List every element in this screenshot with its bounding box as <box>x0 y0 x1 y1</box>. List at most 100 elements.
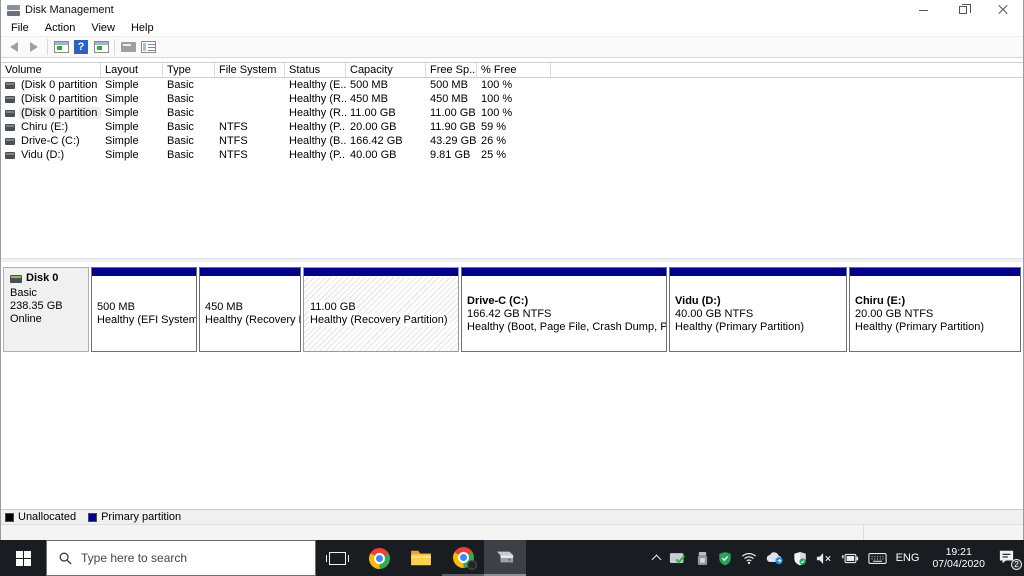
taskbar-clock[interactable]: 19:21 07/04/2020 <box>928 546 989 570</box>
menu-help[interactable]: Help <box>123 21 162 35</box>
close-button[interactable] <box>983 0 1023 20</box>
tray-touch-keyboard[interactable] <box>867 552 887 565</box>
security-shield-icon <box>793 551 806 565</box>
taskbar: Type here to search ENG 19:21 07/04/2020… <box>0 540 1024 576</box>
menu-bar: File Action View Help <box>1 20 1023 36</box>
back-arrow-icon <box>10 42 18 52</box>
tray-onedrive[interactable] <box>766 551 784 565</box>
toolbar: ? <box>1 36 1023 58</box>
menu-file[interactable]: File <box>3 21 37 35</box>
column-header-layout[interactable]: Layout <box>101 63 163 77</box>
partition-line: 450 MB <box>205 301 243 313</box>
partition-block[interactable]: 450 MBHealthy (Recovery Par <box>199 267 301 352</box>
tray-power[interactable] <box>841 553 859 564</box>
volume-table-row[interactable]: Vidu (D:) Simple Basic NTFS Healthy (P... 40.… <box>1 148 1023 162</box>
back-button[interactable] <box>4 38 24 56</box>
cell-pct: 100 % <box>481 93 513 105</box>
show-console-tree-button[interactable] <box>51 38 71 56</box>
disk-management-app-icon <box>7 4 20 16</box>
task-view-button[interactable] <box>316 540 358 576</box>
volume-table-row[interactable]: (Disk 0 partition 3) Simple Basic Healthy (… <box>1 92 1023 106</box>
partition-line: 20.00 GB NTFS <box>855 307 934 320</box>
window-controls <box>903 0 1023 20</box>
taskbar-search-input[interactable]: Type here to search <box>46 540 316 576</box>
volume-label: Chiru (E:) <box>21 121 69 133</box>
cell-capacity: 500 MB <box>350 79 388 91</box>
tray-windows-security[interactable] <box>793 551 807 566</box>
disk-0-row: Disk 0 Basic 238.35 GB Online 500 MB Heal… <box>3 267 1021 352</box>
partition-line: 40.00 GB NTFS <box>675 307 754 320</box>
console-view-icon <box>120 42 136 52</box>
column-header-capacity[interactable]: Capacity <box>346 63 426 77</box>
taskbar-file-explorer-button[interactable] <box>400 540 442 576</box>
toolbar-separator <box>47 39 48 55</box>
tray-antivirus[interactable] <box>718 551 732 566</box>
tray-volume[interactable] <box>816 552 832 565</box>
help-button[interactable]: ? <box>71 38 91 56</box>
show-action-pane-button[interactable] <box>91 38 111 56</box>
cell-type: Basic <box>167 121 194 133</box>
partition-block[interactable]: 11.00 GB Healthy (Recovery Partition) <box>303 267 459 352</box>
partition-block[interactable]: Drive-C (C:) 166.42 GB NTFS Healthy (Boot,… <box>461 267 667 352</box>
hidden-icons-chevron[interactable] <box>651 553 662 565</box>
disk-0-info-panel[interactable]: Disk 0 Basic 238.35 GB Online <box>3 267 89 352</box>
volume-table-row[interactable]: (Disk 0 partition 1) Simple Basic Healthy (… <box>1 78 1023 92</box>
search-icon <box>59 552 72 565</box>
cell-pct: 100 % <box>481 107 513 119</box>
partition-line: Healthy (Recovery Partition) <box>309 314 449 327</box>
console-tree-icon <box>53 41 69 53</box>
partition-line: 500 MB <box>97 301 135 313</box>
menu-action[interactable]: Action <box>37 21 84 35</box>
tray-utility-app[interactable] <box>696 551 709 566</box>
partition-color-bar <box>462 268 666 277</box>
disk-name: Disk 0 <box>26 272 59 284</box>
properties-button[interactable] <box>138 38 158 56</box>
search-placeholder-text: Type here to search <box>81 551 188 565</box>
cell-capacity: 450 MB <box>350 93 388 105</box>
cell-volume: Vidu (D:) <box>1 149 101 161</box>
message-check-icon <box>669 552 685 564</box>
partition-block[interactable]: Vidu (D:) 40.00 GB NTFS Healthy (Primary P… <box>669 267 847 352</box>
volume-table-row[interactable]: (Disk 0 partition 4) Simple Basic Healthy (… <box>1 106 1023 120</box>
cloud-sync-icon <box>766 552 783 565</box>
graphical-view-pane: Disk 0 Basic 238.35 GB Online 500 MB Heal… <box>1 262 1023 509</box>
volume-table-row[interactable]: Drive-C (C:) Simple Basic NTFS Healthy (B...… <box>1 134 1023 148</box>
file-explorer-icon <box>411 550 431 566</box>
start-button[interactable] <box>0 540 46 576</box>
cell-status: Healthy (B... <box>289 135 346 147</box>
taskbar-chrome-button[interactable] <box>358 540 400 576</box>
menu-view[interactable]: View <box>83 21 123 35</box>
cell-capacity: 166.42 GB <box>350 135 403 147</box>
volume-icon <box>5 137 15 145</box>
partition-color-bar <box>304 268 458 277</box>
column-header-type[interactable]: Type <box>163 63 215 77</box>
volume-table-row[interactable]: Chiru (E:) Simple Basic NTFS Healthy (P... 20… <box>1 120 1023 134</box>
tray-network[interactable] <box>741 551 757 565</box>
minimize-button[interactable] <box>903 0 943 20</box>
partition-block[interactable]: 500 MBHealthy (EFI System Pa <box>91 267 197 352</box>
cell-volume: Drive-C (C:) <box>1 135 101 147</box>
console-view-button[interactable] <box>118 38 138 56</box>
forward-arrow-icon <box>30 42 38 52</box>
cell-fs: NTFS <box>219 121 248 133</box>
column-header-pct[interactable]: % Free <box>477 63 551 77</box>
taskbar-chrome-profile-button[interactable] <box>442 540 484 576</box>
action-center-button[interactable]: 2 <box>998 549 1022 570</box>
chrome-icon <box>368 547 390 569</box>
forward-button[interactable] <box>24 38 44 56</box>
column-header-free[interactable]: Free Sp... <box>426 63 477 77</box>
cell-status: Healthy (R... <box>289 107 346 119</box>
partition-block[interactable]: Chiru (E:) 20.00 GB NTFS Healthy (Primary … <box>849 267 1021 352</box>
column-header-status[interactable]: Status <box>285 63 346 77</box>
cell-fs: NTFS <box>219 149 248 161</box>
restore-button[interactable] <box>943 0 983 20</box>
language-indicator[interactable]: ENG <box>896 552 920 564</box>
cell-pct: 100 % <box>481 79 513 91</box>
tray-message-app[interactable] <box>669 551 687 566</box>
column-header-fs[interactable]: File System <box>215 63 285 77</box>
status-bar-main <box>1 525 863 540</box>
column-header-volume[interactable]: Volume <box>1 63 101 77</box>
cell-volume: (Disk 0 partition 3) <box>1 93 101 105</box>
taskbar-disk-management-button[interactable] <box>484 540 526 576</box>
cell-status: Healthy (E... <box>289 79 346 91</box>
